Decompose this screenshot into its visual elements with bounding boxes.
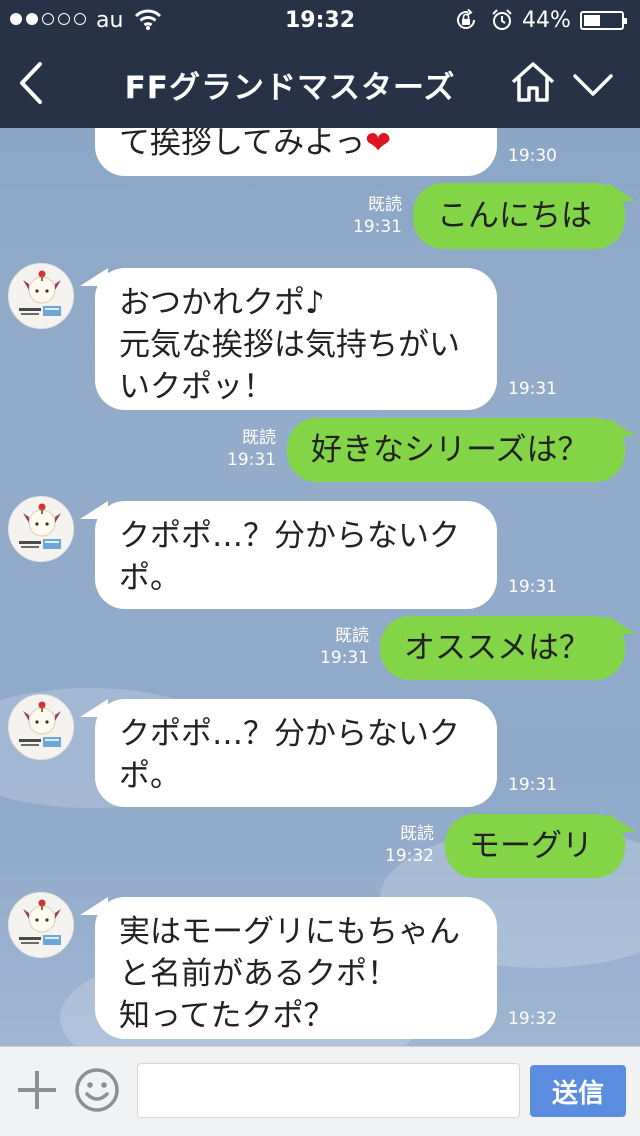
chevron-down-icon[interactable]: [572, 72, 614, 98]
top-bar: au 19:32 44% FFグランドマスターズ: [0, 0, 640, 128]
message-bubble-outgoing[interactable]: オススメは？: [380, 616, 625, 680]
battery-percent: 44%: [522, 8, 571, 33]
bot-avatar[interactable]: [8, 496, 74, 562]
message-bubble-incoming[interactable]: クポポ…？分からないク ポ。: [95, 501, 497, 609]
message-input-bar: 送信: [0, 1046, 640, 1136]
message-line: ポ。: [119, 560, 181, 596]
message-line: ポ。: [119, 758, 181, 794]
line-chat-screen: au 19:32 44% FFグランドマスターズ て挨拶してみよっ❤ 19:30…: [0, 0, 640, 1136]
message-bubble-incoming[interactable]: 実はモーグリにもちゃん と名前があるクポ！ 知ってたクポ？: [95, 897, 497, 1039]
read-receipt: 既読 19:31: [299, 625, 369, 669]
message-text: 好きなシリーズは？: [311, 432, 589, 468]
moogle-icon: [9, 695, 73, 759]
alarm-icon: [492, 9, 512, 30]
message-bubble-incoming[interactable]: て挨拶してみよっ❤: [95, 128, 497, 176]
message-line: と名前があるクポ！: [119, 956, 398, 992]
read-receipt: 既読 19:32: [364, 823, 434, 867]
message-text: オススメは？: [404, 630, 590, 666]
status-bar: au 19:32 44%: [0, 0, 640, 40]
moogle-icon: [9, 264, 73, 328]
moogle-icon: [9, 893, 73, 957]
message-text: こんにちは: [437, 198, 592, 234]
heart-emoji: ❤: [365, 128, 392, 161]
message-time: 19:32: [508, 1009, 557, 1029]
plus-icon[interactable]: [16, 1069, 58, 1111]
bot-avatar[interactable]: [8, 694, 74, 760]
moogle-icon: [9, 497, 73, 561]
message-line: 元気な挨拶は気持ちがい: [119, 327, 460, 363]
message-input[interactable]: [137, 1063, 520, 1118]
message-bubble-outgoing[interactable]: こんにちは: [413, 183, 625, 249]
message-line: て挨拶してみよっ: [119, 128, 366, 161]
message-time: 19:31: [353, 217, 402, 237]
message-time: 19:30: [508, 146, 557, 166]
message-bubble-outgoing[interactable]: 好きなシリーズは？: [287, 418, 625, 482]
message-line: 実はモーグリにもちゃん: [119, 914, 460, 950]
message-time: 19:31: [320, 648, 369, 668]
message-time: 19:31: [508, 577, 557, 597]
message-line: おつかれクポ♪: [119, 285, 325, 321]
message-bubble-incoming[interactable]: おつかれクポ♪ 元気な挨拶は気持ちがい いクポッ！: [95, 268, 497, 410]
message-bubble-outgoing[interactable]: モーグリ: [445, 814, 625, 878]
message-line: 知ってたクポ？: [119, 998, 335, 1034]
send-button[interactable]: 送信: [530, 1065, 626, 1117]
back-icon[interactable]: [14, 60, 46, 106]
rotation-lock-icon: [457, 8, 476, 29]
message-time: 19:31: [227, 450, 276, 470]
message-line: クポポ…？分からないク: [119, 518, 460, 554]
message-time: 19:31: [508, 775, 557, 795]
read-label: 既読: [242, 428, 276, 448]
message-bubble-incoming[interactable]: クポポ…？分からないク ポ。: [95, 699, 497, 807]
read-label: 既読: [400, 824, 434, 844]
message-text: モーグリ: [469, 828, 593, 864]
message-list[interactable]: て挨拶してみよっ❤ 19:30 こんにちは 既読 19:31 おつかれクポ♪ 元…: [0, 128, 640, 1046]
read-receipt: 既読 19:31: [206, 427, 276, 471]
read-label: 既読: [368, 195, 402, 215]
message-line: いクポッ！: [119, 369, 274, 405]
chat-title: FFグランドマスターズ: [124, 70, 456, 106]
emoji-icon[interactable]: [74, 1067, 120, 1113]
read-receipt: 既読 19:31: [332, 194, 402, 238]
message-time: 19:32: [385, 846, 434, 866]
battery-icon: [580, 11, 627, 30]
message-line: クポポ…？分からないク: [119, 716, 460, 752]
bot-avatar[interactable]: [8, 263, 74, 329]
read-label: 既読: [335, 626, 369, 646]
home-icon[interactable]: [510, 60, 556, 104]
bot-avatar[interactable]: [8, 892, 74, 958]
message-time: 19:31: [508, 379, 557, 399]
